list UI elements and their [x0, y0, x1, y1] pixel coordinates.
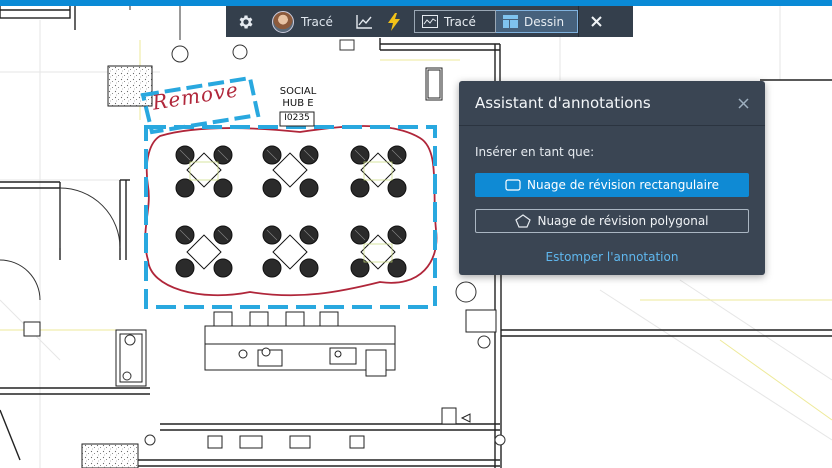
insert-as-label: Insérer en tant que: — [475, 145, 595, 159]
polygonal-cloud-label: Nuage de révision polygonal — [537, 214, 709, 228]
close-icon — [738, 97, 749, 109]
annotation-assistant-panel: Assistant d'annotations Insérer en tant … — [459, 81, 765, 275]
close-icon — [590, 16, 602, 27]
door-swings — [0, 187, 121, 301]
rectangular-cloud-button[interactable]: Nuage de révision rectangulaire — [475, 173, 749, 197]
user-trace-button[interactable]: Tracé — [266, 6, 348, 37]
panel-header: Assistant d'annotations — [459, 81, 765, 126]
lightning-icon — [388, 12, 400, 31]
tab-draw-label: Dessin — [524, 14, 565, 29]
rectangular-cloud-label: Nuage de révision rectangulaire — [526, 178, 719, 192]
toolbar-close-button[interactable] — [579, 6, 613, 37]
chart-line-icon — [356, 14, 372, 29]
settings-button[interactable] — [226, 6, 266, 37]
kitchen-counter — [204, 311, 471, 449]
tab-trace-label: Tracé — [444, 14, 476, 29]
markup-chart-button[interactable] — [348, 6, 380, 37]
markup-toolbar: Tracé Tracé Dessin — [226, 6, 633, 37]
polygon-cloud-icon — [515, 214, 532, 228]
rect-cloud-icon — [505, 179, 521, 191]
waveform-icon — [422, 15, 438, 28]
panel-body: Insérer en tant que: Nuage de révision r… — [459, 126, 765, 264]
blend-annotation-link[interactable]: Estomper l'annotation — [475, 250, 749, 264]
room-name-line1: SOCIAL — [279, 86, 317, 97]
polygonal-cloud-button[interactable]: Nuage de révision polygonal — [475, 209, 749, 233]
user-trace-label: Tracé — [301, 14, 333, 29]
room-number: I0235 — [284, 113, 310, 123]
trace-tab-wrapper: Tracé Dessin — [408, 6, 578, 37]
room-name-line2: HUB E — [282, 98, 314, 109]
tab-draw[interactable]: Dessin — [496, 10, 578, 33]
panel-title: Assistant d'annotations — [475, 94, 651, 112]
gear-icon — [239, 14, 253, 29]
tables-group — [175, 145, 407, 278]
layout-icon — [503, 15, 518, 28]
tab-trace[interactable]: Tracé — [414, 10, 496, 33]
lightning-button[interactable] — [380, 6, 408, 37]
avatar — [272, 10, 294, 33]
panel-close-button[interactable] — [738, 94, 749, 113]
